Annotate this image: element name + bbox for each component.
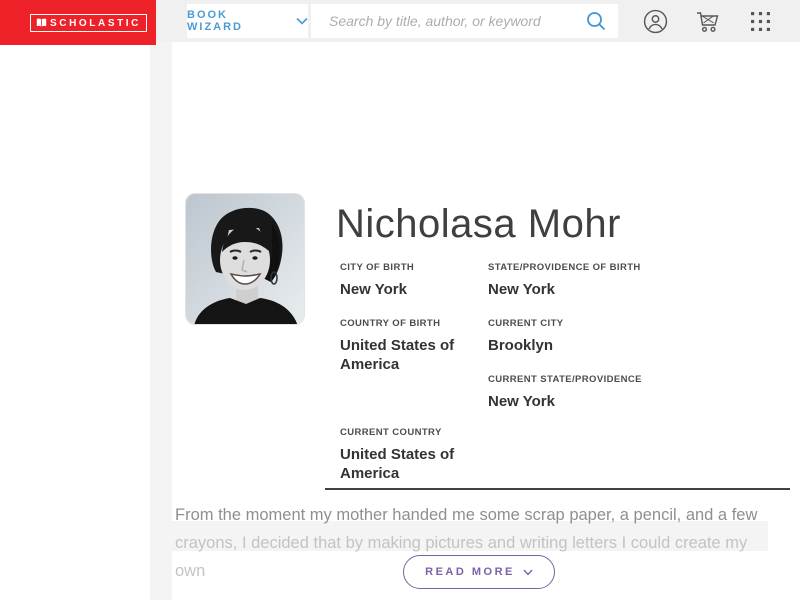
cart-icon <box>695 9 722 34</box>
field-value: United States of America <box>340 337 455 373</box>
search-bar <box>311 4 618 38</box>
scholastic-logo-frame: SCHOLASTIC <box>30 14 147 32</box>
book-wizard-dropdown[interactable]: BOOK WIZARD <box>187 4 308 38</box>
read-more-button[interactable]: READ MORE <box>403 555 555 589</box>
field-label: CURRENT CITY <box>488 318 564 329</box>
field-state-of-birth: STATE/PROVIDENCE OF BIRTH New York <box>488 262 658 299</box>
apps-grid-button[interactable] <box>750 11 771 32</box>
chevron-down-icon <box>296 17 308 25</box>
field-value: New York <box>488 393 555 410</box>
book-logo-icon <box>36 18 47 28</box>
sidebar <box>0 45 150 600</box>
content-gutter <box>150 42 172 600</box>
author-photo <box>185 193 305 325</box>
grid-icon <box>750 11 771 32</box>
field-value: New York <box>488 281 555 298</box>
field-current-state: CURRENT STATE/PROVIDENCE New York <box>488 374 658 411</box>
scholastic-logo[interactable]: SCHOLASTIC <box>0 0 156 45</box>
field-value: New York <box>340 281 407 298</box>
field-city-of-birth: CITY OF BIRTH New York <box>340 262 482 299</box>
search-icon <box>585 10 607 32</box>
field-label: CURRENT STATE/PROVIDENCE <box>488 374 642 385</box>
account-button[interactable] <box>643 9 668 34</box>
field-current-country: CURRENT COUNTRY United States of America <box>340 427 482 483</box>
bio-line-1: From the moment my mother handed me some… <box>175 506 758 524</box>
field-current-city: CURRENT CITY Brooklyn <box>488 318 658 355</box>
cart-button[interactable] <box>695 9 722 34</box>
field-value: Brooklyn <box>488 337 554 354</box>
field-value: United States of America <box>340 446 455 482</box>
search-button[interactable] <box>574 4 618 38</box>
book-wizard-label: BOOK WIZARD <box>187 9 243 33</box>
author-name-heading: Nicholasa Mohr <box>336 202 621 246</box>
bio-divider <box>325 488 790 490</box>
field-label: COUNTRY OF BIRTH <box>340 318 441 329</box>
search-input[interactable] <box>311 4 574 38</box>
chevron-down-icon <box>523 569 533 576</box>
account-icon <box>643 9 668 34</box>
field-label: STATE/PROVIDENCE OF BIRTH <box>488 262 641 273</box>
field-label: CURRENT COUNTRY <box>340 427 442 438</box>
read-more-label: READ MORE <box>425 566 515 578</box>
field-country-of-birth: COUNTRY OF BIRTH United States of Americ… <box>340 318 482 374</box>
scholastic-logo-text: SCHOLASTIC <box>50 17 141 29</box>
field-label: CITY OF BIRTH <box>340 262 415 273</box>
